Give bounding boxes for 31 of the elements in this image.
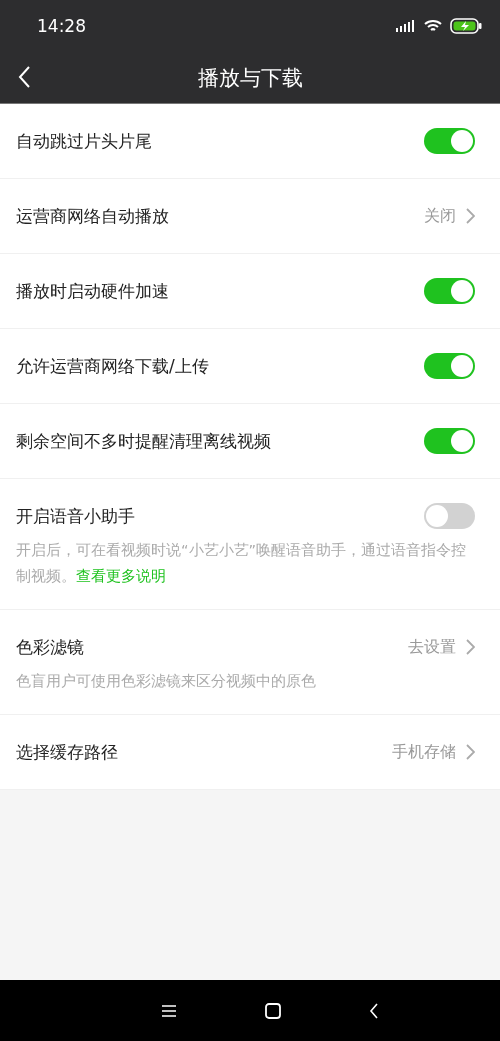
home-icon[interactable]: [265, 1002, 281, 1019]
setting-label: 开启语音小助手: [16, 504, 136, 528]
setting-label: 色彩滤镜: [16, 635, 85, 659]
setting-label: 自动跳过片头片尾: [16, 129, 153, 153]
setting-label: 允许运营商网络下载/上传: [16, 354, 210, 378]
chevron-icon[interactable]: [466, 208, 475, 224]
setting-label: 选择缓存路径: [16, 740, 119, 764]
page-title: 播放与下载: [197, 64, 303, 92]
status-time: 14:28: [37, 16, 86, 36]
more-info-link[interactable]: 查看更多说明: [76, 568, 166, 584]
setting-value[interactable]: 去设置: [408, 636, 456, 658]
back-icon[interactable]: [369, 1002, 379, 1019]
toggle-switch[interactable]: [424, 278, 475, 304]
back-icon[interactable]: [18, 66, 30, 88]
setting-label: 剩余空间不多时提醒清理离线视频: [16, 429, 272, 453]
toggle-switch[interactable]: [424, 503, 475, 529]
toggle-switch[interactable]: [424, 353, 475, 379]
setting-label: 运营商网络自动播放: [16, 204, 170, 228]
battery-icon: [450, 18, 482, 34]
setting-value[interactable]: 手机存储: [392, 741, 456, 763]
toggle-switch[interactable]: [424, 128, 475, 154]
toggle-switch[interactable]: [424, 428, 475, 454]
chevron-icon[interactable]: [466, 639, 475, 655]
setting-label: 播放时启动硬件加速: [16, 279, 170, 303]
menu-icon[interactable]: [161, 1003, 177, 1018]
setting-description: 色盲用户可使用色彩滤镜来区分视频中的原色: [16, 672, 317, 691]
wifi-icon: [424, 19, 442, 33]
setting-value[interactable]: 关闭: [424, 205, 456, 227]
chevron-icon[interactable]: [466, 744, 475, 760]
setting-description: 开启后，可在看视频时说“小艺小艺”唤醒语音助手，通过语音指令控制视频。查看更多说明: [16, 541, 468, 586]
signal-icon: [396, 20, 416, 32]
